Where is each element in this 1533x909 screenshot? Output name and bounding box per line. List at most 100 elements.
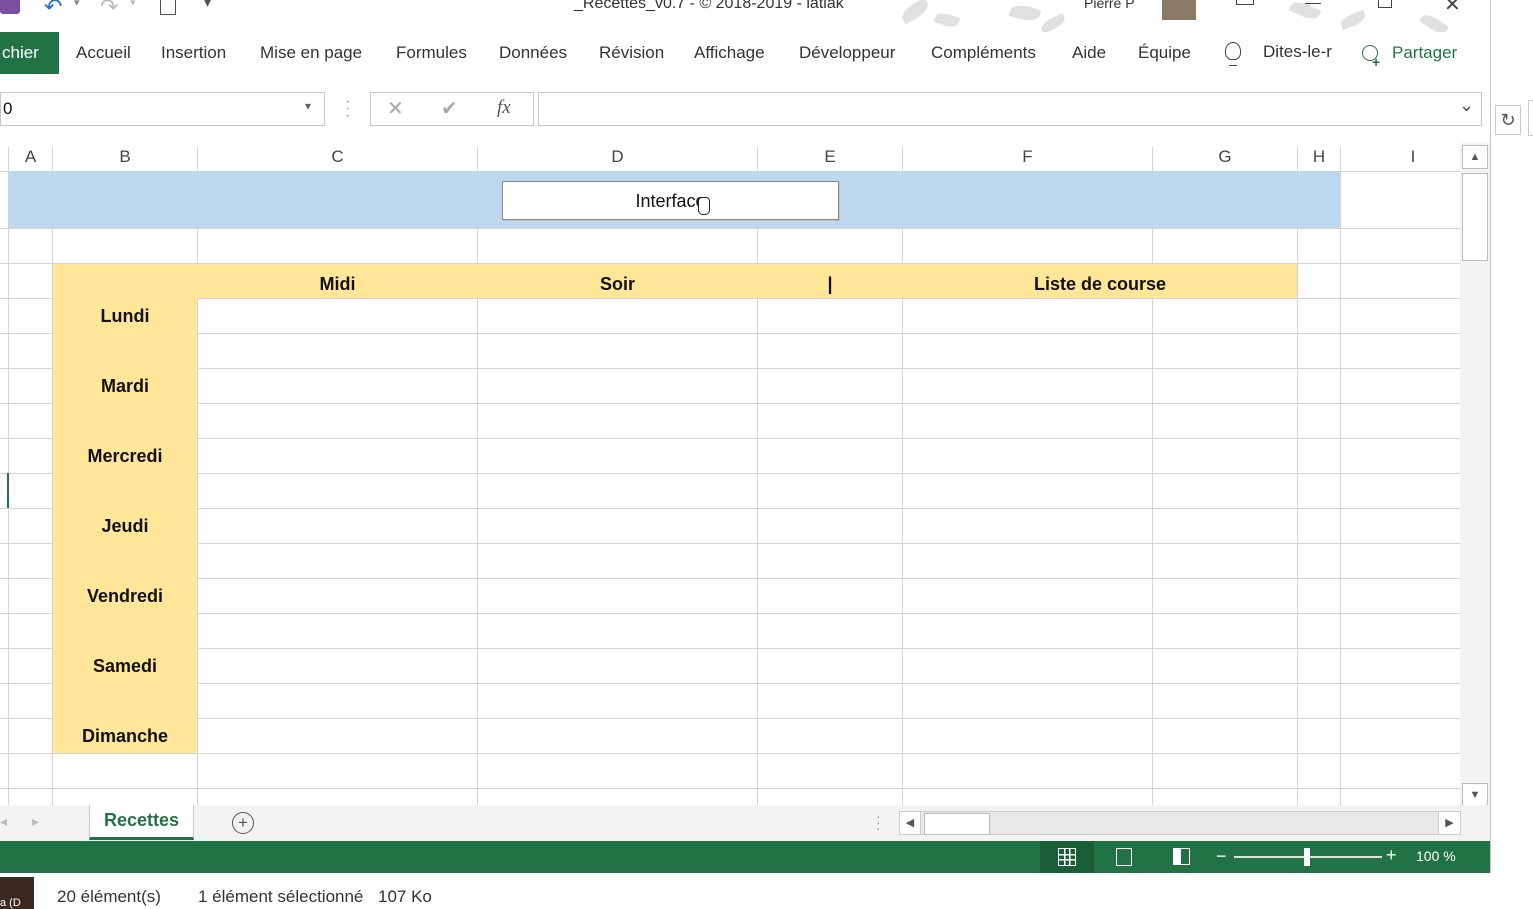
day-mercredi[interactable]: Mercredi — [53, 446, 197, 467]
save-icon[interactable] — [0, 0, 20, 14]
worksheet-grid[interactable]: A B C D E F G H I Interface Midi Soir | … — [0, 143, 1460, 805]
gridline — [0, 648, 1460, 649]
column-header-f[interactable]: F — [903, 147, 1152, 167]
scroll-up-icon[interactable]: ▲ — [1462, 145, 1488, 169]
gridline — [0, 543, 1460, 544]
gridline — [1297, 171, 1298, 805]
explorer-selected: 1 élément sélectionné — [198, 887, 364, 906]
redo-dropdown-icon[interactable]: ▾ — [130, 0, 136, 9]
column-header-e[interactable]: E — [758, 147, 902, 167]
tab-splitter-icon[interactable]: · · · — [876, 809, 881, 835]
zoom-out-icon[interactable]: − — [1216, 846, 1227, 867]
header-soir[interactable]: Soir — [478, 274, 757, 295]
scroll-left-icon[interactable]: ◀ — [900, 812, 921, 834]
explorer-item-count: 20 élément(s) — [57, 887, 161, 906]
quick-access-customize-icon[interactable]: ▾ — [204, 0, 211, 11]
tab-accueil[interactable]: Accueil — [76, 43, 131, 63]
column-header-i[interactable]: I — [1341, 147, 1460, 167]
tab-aide[interactable]: Aide — [1072, 43, 1106, 63]
insert-function-icon[interactable]: fx — [497, 97, 511, 119]
next-sheet-icon[interactable]: ▸ — [32, 813, 39, 830]
new-document-icon[interactable] — [160, 0, 176, 15]
prev-sheet-icon[interactable]: ◂ — [0, 813, 7, 830]
share-button[interactable]: Partager — [1392, 43, 1457, 63]
horizontal-scroll-thumb[interactable] — [924, 813, 990, 835]
add-sheet-icon[interactable]: + — [232, 812, 254, 834]
day-mardi[interactable]: Mardi — [53, 376, 197, 397]
horizontal-scrollbar[interactable]: ◀ ▶ — [899, 811, 1461, 835]
redo-icon[interactable]: ↷ — [100, 0, 118, 20]
maximize-icon[interactable] — [1378, 0, 1392, 8]
undo-icon[interactable]: ↶ — [44, 0, 62, 20]
user-name[interactable]: Pierre P — [1084, 0, 1135, 11]
explorer-size: 107 Ko — [378, 887, 432, 906]
page-layout-view-icon[interactable] — [1116, 848, 1132, 866]
tab-complements[interactable]: Compléments — [931, 43, 1036, 63]
day-lundi[interactable]: Lundi — [53, 306, 197, 327]
tab-file[interactable]: chier — [0, 32, 59, 74]
tab-donnees[interactable]: Données — [499, 43, 567, 63]
normal-view-button[interactable] — [1040, 841, 1094, 873]
active-row-marker — [7, 473, 9, 508]
zoom-in-icon[interactable]: + — [1386, 845, 1397, 866]
column-header-a[interactable]: A — [9, 147, 52, 167]
tab-developpeur[interactable]: Développeur — [799, 43, 895, 63]
undo-dropdown-icon[interactable]: ▾ — [74, 0, 80, 9]
column-header-d[interactable]: D — [478, 147, 757, 167]
leaf-decoration-icon — [1008, 2, 1042, 24]
expand-formula-icon[interactable]: ⌄ — [1459, 95, 1474, 116]
leaf-decoration-icon — [1038, 13, 1068, 32]
column-header-c[interactable]: C — [198, 147, 477, 167]
zoom-level[interactable]: 100 % — [1416, 848, 1456, 864]
day-samedi[interactable]: Samedi — [53, 656, 197, 677]
scroll-right-icon[interactable]: ▶ — [1438, 812, 1460, 834]
header-liste-de-course[interactable]: Liste de course — [903, 274, 1297, 295]
explorer-side-text: a (D — [0, 897, 21, 909]
day-jeudi[interactable]: Jeudi — [53, 516, 197, 537]
ribbon-display-options-icon[interactable] — [1236, 0, 1254, 5]
tab-affichage[interactable]: Affichage — [694, 43, 765, 63]
column-separator — [1152, 147, 1153, 171]
tab-mise-en-page[interactable]: Mise en page — [260, 43, 362, 63]
column-separator — [52, 147, 53, 171]
ribbon-tabs: chier Accueil Insertion Mise en page For… — [0, 32, 1490, 76]
leaf-decoration-icon — [933, 10, 961, 30]
select-all-corner[interactable] — [0, 147, 8, 171]
name-box-dropdown-icon[interactable]: ▾ — [305, 99, 311, 113]
tell-me-search[interactable]: Dites-le-r — [1263, 42, 1332, 62]
vertical-scrollbar-track[interactable]: ▲ ▼ — [1460, 143, 1490, 807]
cancel-icon[interactable]: ✕ — [387, 96, 404, 121]
scroll-down-icon[interactable]: ▼ — [1462, 783, 1488, 807]
zoom-slider-thumb[interactable] — [1304, 848, 1310, 866]
enter-icon[interactable]: ✔ — [441, 96, 458, 121]
page-break-preview-icon[interactable] — [1173, 848, 1190, 865]
day-vendredi[interactable]: Vendredi — [53, 586, 197, 607]
header-separator[interactable]: | — [758, 274, 902, 295]
name-box[interactable]: 0 ▾ — [0, 92, 325, 126]
formula-input[interactable]: ⌄ — [538, 92, 1482, 126]
column-separator — [757, 147, 758, 171]
avatar[interactable] — [1162, 0, 1196, 20]
tab-formules[interactable]: Formules — [396, 43, 467, 63]
tab-equipe[interactable]: Équipe — [1138, 43, 1191, 63]
formula-bar-grip-icon[interactable]: · · · — [345, 94, 350, 124]
column-separator — [1297, 147, 1298, 171]
tab-insertion[interactable]: Insertion — [161, 43, 226, 63]
minimize-icon[interactable] — [1305, 3, 1321, 4]
lightbulb-icon[interactable] — [1225, 42, 1241, 60]
column-header-h[interactable]: H — [1298, 147, 1340, 167]
vertical-scroll-thumb[interactable] — [1462, 173, 1488, 261]
header-midi[interactable]: Midi — [198, 274, 477, 295]
day-dimanche[interactable]: Dimanche — [53, 726, 197, 747]
gridline — [0, 368, 1460, 369]
column-header-b[interactable]: B — [53, 147, 197, 167]
formula-buttons: ✕ ✔ fx — [370, 92, 534, 126]
close-icon[interactable]: ✕ — [1444, 0, 1461, 17]
column-header-g[interactable]: G — [1153, 147, 1297, 167]
formula-bar: 0 ▾ · · · ✕ ✔ fx ⌄ — [0, 76, 1490, 140]
refresh-icon[interactable]: ↻ — [1495, 105, 1521, 135]
interface-button[interactable]: Interface — [502, 181, 839, 220]
tab-revision[interactable]: Révision — [599, 43, 664, 63]
sheet-tab-recettes[interactable]: Recettes — [89, 805, 194, 840]
sheet-tab-bar: ◂ ▸ Recettes + · · · ◀ ▶ — [0, 805, 1490, 841]
